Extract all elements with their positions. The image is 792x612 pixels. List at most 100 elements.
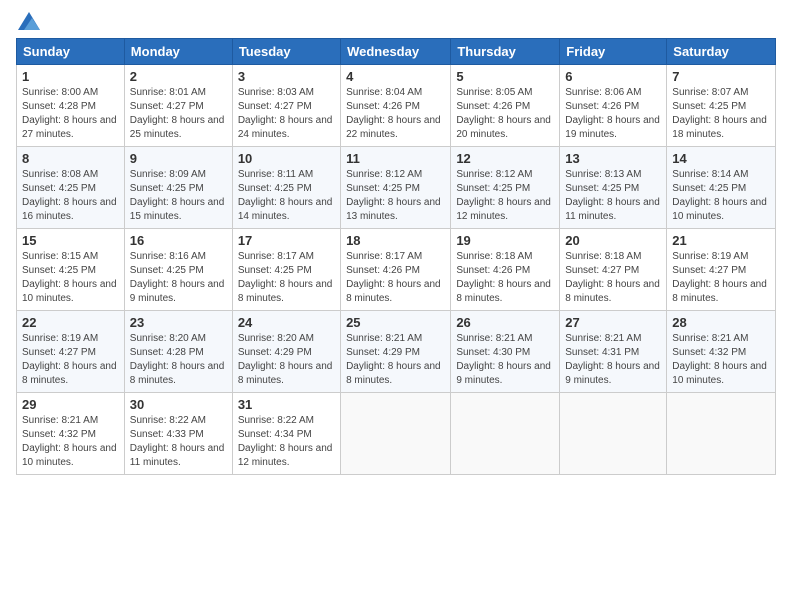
- logo-icon: [18, 12, 40, 30]
- day-info: Sunrise: 8:19 AMSunset: 4:27 PMDaylight:…: [22, 332, 119, 388]
- day-info: Sunrise: 8:08 AMSunset: 4:25 PMDaylight:…: [22, 168, 119, 224]
- week-row-5: 29Sunrise: 8:21 AMSunset: 4:32 PMDayligh…: [17, 393, 776, 475]
- day-info: Sunrise: 8:14 AMSunset: 4:25 PMDaylight:…: [672, 168, 770, 224]
- weekday-header-row: SundayMondayTuesdayWednesdayThursdayFrid…: [17, 39, 776, 65]
- calendar-table: SundayMondayTuesdayWednesdayThursdayFrid…: [16, 38, 776, 475]
- day-number: 20: [565, 233, 661, 248]
- day-cell-3: 3 Sunrise: 8:03 AMSunset: 4:27 PMDaylight…: [232, 65, 340, 147]
- day-info: Sunrise: 8:20 AMSunset: 4:28 PMDaylight:…: [130, 332, 227, 388]
- day-number: 28: [672, 315, 770, 330]
- day-info: Sunrise: 8:17 AMSunset: 4:25 PMDaylight:…: [238, 250, 335, 306]
- day-info: Sunrise: 8:00 AMSunset: 4:28 PMDaylight:…: [22, 86, 119, 142]
- day-info: Sunrise: 8:18 AMSunset: 4:26 PMDaylight:…: [456, 250, 554, 306]
- day-number: 1: [22, 69, 119, 84]
- day-number: 4: [346, 69, 445, 84]
- day-cell-19: 19Sunrise: 8:18 AMSunset: 4:26 PMDayligh…: [451, 229, 560, 311]
- day-number: 22: [22, 315, 119, 330]
- day-cell-13: 13Sunrise: 8:13 AMSunset: 4:25 PMDayligh…: [560, 147, 667, 229]
- day-number: 16: [130, 233, 227, 248]
- day-info: Sunrise: 8:11 AMSunset: 4:25 PMDaylight:…: [238, 168, 335, 224]
- day-info: Sunrise: 8:15 AMSunset: 4:25 PMDaylight:…: [22, 250, 119, 306]
- day-cell-25: 25 Sunrise: 8:21 AMSunset: 4:29 PMDayligh…: [341, 311, 451, 393]
- day-number: 10: [238, 151, 335, 166]
- day-number: 15: [22, 233, 119, 248]
- weekday-header-monday: Monday: [124, 39, 232, 65]
- weekday-header-thursday: Thursday: [451, 39, 560, 65]
- day-info: Sunrise: 8:09 AMSunset: 4:25 PMDaylight:…: [130, 168, 227, 224]
- day-cell-26: 26 Sunrise: 8:21 AMSunset: 4:30 PMDayligh…: [451, 311, 560, 393]
- day-info: Sunrise: 8:16 AMSunset: 4:25 PMDaylight:…: [130, 250, 227, 306]
- day-cell-2: 2Sunrise: 8:01 AMSunset: 4:27 PMDaylight…: [124, 65, 232, 147]
- day-number: 14: [672, 151, 770, 166]
- day-info: Sunrise: 8:05 AMSunset: 4:26 PMDaylight:…: [456, 86, 554, 142]
- weekday-header-friday: Friday: [560, 39, 667, 65]
- day-cell-8: 8 Sunrise: 8:08 AMSunset: 4:25 PMDaylight…: [17, 147, 125, 229]
- day-info: Sunrise: 8:21 AMSunset: 4:32 PMDaylight:…: [22, 414, 119, 470]
- day-cell-20: 20 Sunrise: 8:18 AMSunset: 4:27 PMDayligh…: [560, 229, 667, 311]
- day-cell-17: 17 Sunrise: 8:17 AMSunset: 4:25 PMDayligh…: [232, 229, 340, 311]
- day-number: 9: [130, 151, 227, 166]
- weekday-header-wednesday: Wednesday: [341, 39, 451, 65]
- day-info: Sunrise: 8:21 AMSunset: 4:30 PMDaylight:…: [456, 332, 554, 388]
- day-info: Sunrise: 8:04 AMSunset: 4:26 PMDaylight:…: [346, 86, 445, 142]
- day-cell-12: 12 Sunrise: 8:12 AMSunset: 4:25 PMDayligh…: [451, 147, 560, 229]
- empty-cell: [341, 393, 451, 475]
- day-info: Sunrise: 8:22 AMSunset: 4:33 PMDaylight:…: [130, 414, 227, 470]
- day-cell-21: 21 Sunrise: 8:19 AMSunset: 4:27 PMDayligh…: [667, 229, 776, 311]
- week-row-3: 15 Sunrise: 8:15 AMSunset: 4:25 PMDayligh…: [17, 229, 776, 311]
- day-cell-24: 24 Sunrise: 8:20 AMSunset: 4:29 PMDayligh…: [232, 311, 340, 393]
- empty-cell: [451, 393, 560, 475]
- day-info: Sunrise: 8:06 AMSunset: 4:26 PMDaylight:…: [565, 86, 661, 142]
- day-number: 26: [456, 315, 554, 330]
- day-number: 21: [672, 233, 770, 248]
- day-cell-28: 28 Sunrise: 8:21 AMSunset: 4:32 PMDayligh…: [667, 311, 776, 393]
- day-cell-9: 9 Sunrise: 8:09 AMSunset: 4:25 PMDaylight…: [124, 147, 232, 229]
- day-info: Sunrise: 8:07 AMSunset: 4:25 PMDaylight:…: [672, 86, 770, 142]
- week-row-1: 1 Sunrise: 8:00 AMSunset: 4:28 PMDaylight…: [17, 65, 776, 147]
- day-info: Sunrise: 8:12 AMSunset: 4:25 PMDaylight:…: [456, 168, 554, 224]
- day-number: 3: [238, 69, 335, 84]
- day-info: Sunrise: 8:21 AMSunset: 4:29 PMDaylight:…: [346, 332, 445, 388]
- day-number: 7: [672, 69, 770, 84]
- weekday-header-saturday: Saturday: [667, 39, 776, 65]
- day-number: 12: [456, 151, 554, 166]
- logo: [16, 12, 40, 30]
- day-cell-4: 4 Sunrise: 8:04 AMSunset: 4:26 PMDaylight…: [341, 65, 451, 147]
- day-info: Sunrise: 8:21 AMSunset: 4:31 PMDaylight:…: [565, 332, 661, 388]
- day-cell-16: 16 Sunrise: 8:16 AMSunset: 4:25 PMDayligh…: [124, 229, 232, 311]
- day-info: Sunrise: 8:12 AMSunset: 4:25 PMDaylight:…: [346, 168, 445, 224]
- week-row-2: 8 Sunrise: 8:08 AMSunset: 4:25 PMDaylight…: [17, 147, 776, 229]
- day-info: Sunrise: 8:03 AMSunset: 4:27 PMDaylight:…: [238, 86, 335, 142]
- day-info: Sunrise: 8:21 AMSunset: 4:32 PMDaylight:…: [672, 332, 770, 388]
- empty-cell: [667, 393, 776, 475]
- day-number: 6: [565, 69, 661, 84]
- day-info: Sunrise: 8:17 AMSunset: 4:26 PMDaylight:…: [346, 250, 445, 306]
- day-number: 24: [238, 315, 335, 330]
- weekday-header-sunday: Sunday: [17, 39, 125, 65]
- day-cell-27: 27 Sunrise: 8:21 AMSunset: 4:31 PMDayligh…: [560, 311, 667, 393]
- day-number: 25: [346, 315, 445, 330]
- day-cell-30: 30 Sunrise: 8:22 AMSunset: 4:33 PMDayligh…: [124, 393, 232, 475]
- day-number: 8: [22, 151, 119, 166]
- page-container: SundayMondayTuesdayWednesdayThursdayFrid…: [0, 0, 792, 483]
- day-cell-10: 10 Sunrise: 8:11 AMSunset: 4:25 PMDayligh…: [232, 147, 340, 229]
- day-cell-6: 6 Sunrise: 8:06 AMSunset: 4:26 PMDaylight…: [560, 65, 667, 147]
- day-number: 27: [565, 315, 661, 330]
- day-number: 30: [130, 397, 227, 412]
- day-number: 17: [238, 233, 335, 248]
- weekday-header-tuesday: Tuesday: [232, 39, 340, 65]
- day-number: 2: [130, 69, 227, 84]
- day-cell-1: 1 Sunrise: 8:00 AMSunset: 4:28 PMDaylight…: [17, 65, 125, 147]
- day-cell-18: 18Sunrise: 8:17 AMSunset: 4:26 PMDayligh…: [341, 229, 451, 311]
- day-number: 11: [346, 151, 445, 166]
- day-info: Sunrise: 8:19 AMSunset: 4:27 PMDaylight:…: [672, 250, 770, 306]
- day-info: Sunrise: 8:13 AMSunset: 4:25 PMDaylight:…: [565, 168, 661, 224]
- day-cell-15: 15 Sunrise: 8:15 AMSunset: 4:25 PMDayligh…: [17, 229, 125, 311]
- day-number: 23: [130, 315, 227, 330]
- day-info: Sunrise: 8:18 AMSunset: 4:27 PMDaylight:…: [565, 250, 661, 306]
- day-cell-23: 23 Sunrise: 8:20 AMSunset: 4:28 PMDayligh…: [124, 311, 232, 393]
- day-cell-5: 5Sunrise: 8:05 AMSunset: 4:26 PMDaylight…: [451, 65, 560, 147]
- day-cell-22: 22 Sunrise: 8:19 AMSunset: 4:27 PMDayligh…: [17, 311, 125, 393]
- day-cell-14: 14 Sunrise: 8:14 AMSunset: 4:25 PMDayligh…: [667, 147, 776, 229]
- day-info: Sunrise: 8:20 AMSunset: 4:29 PMDaylight:…: [238, 332, 335, 388]
